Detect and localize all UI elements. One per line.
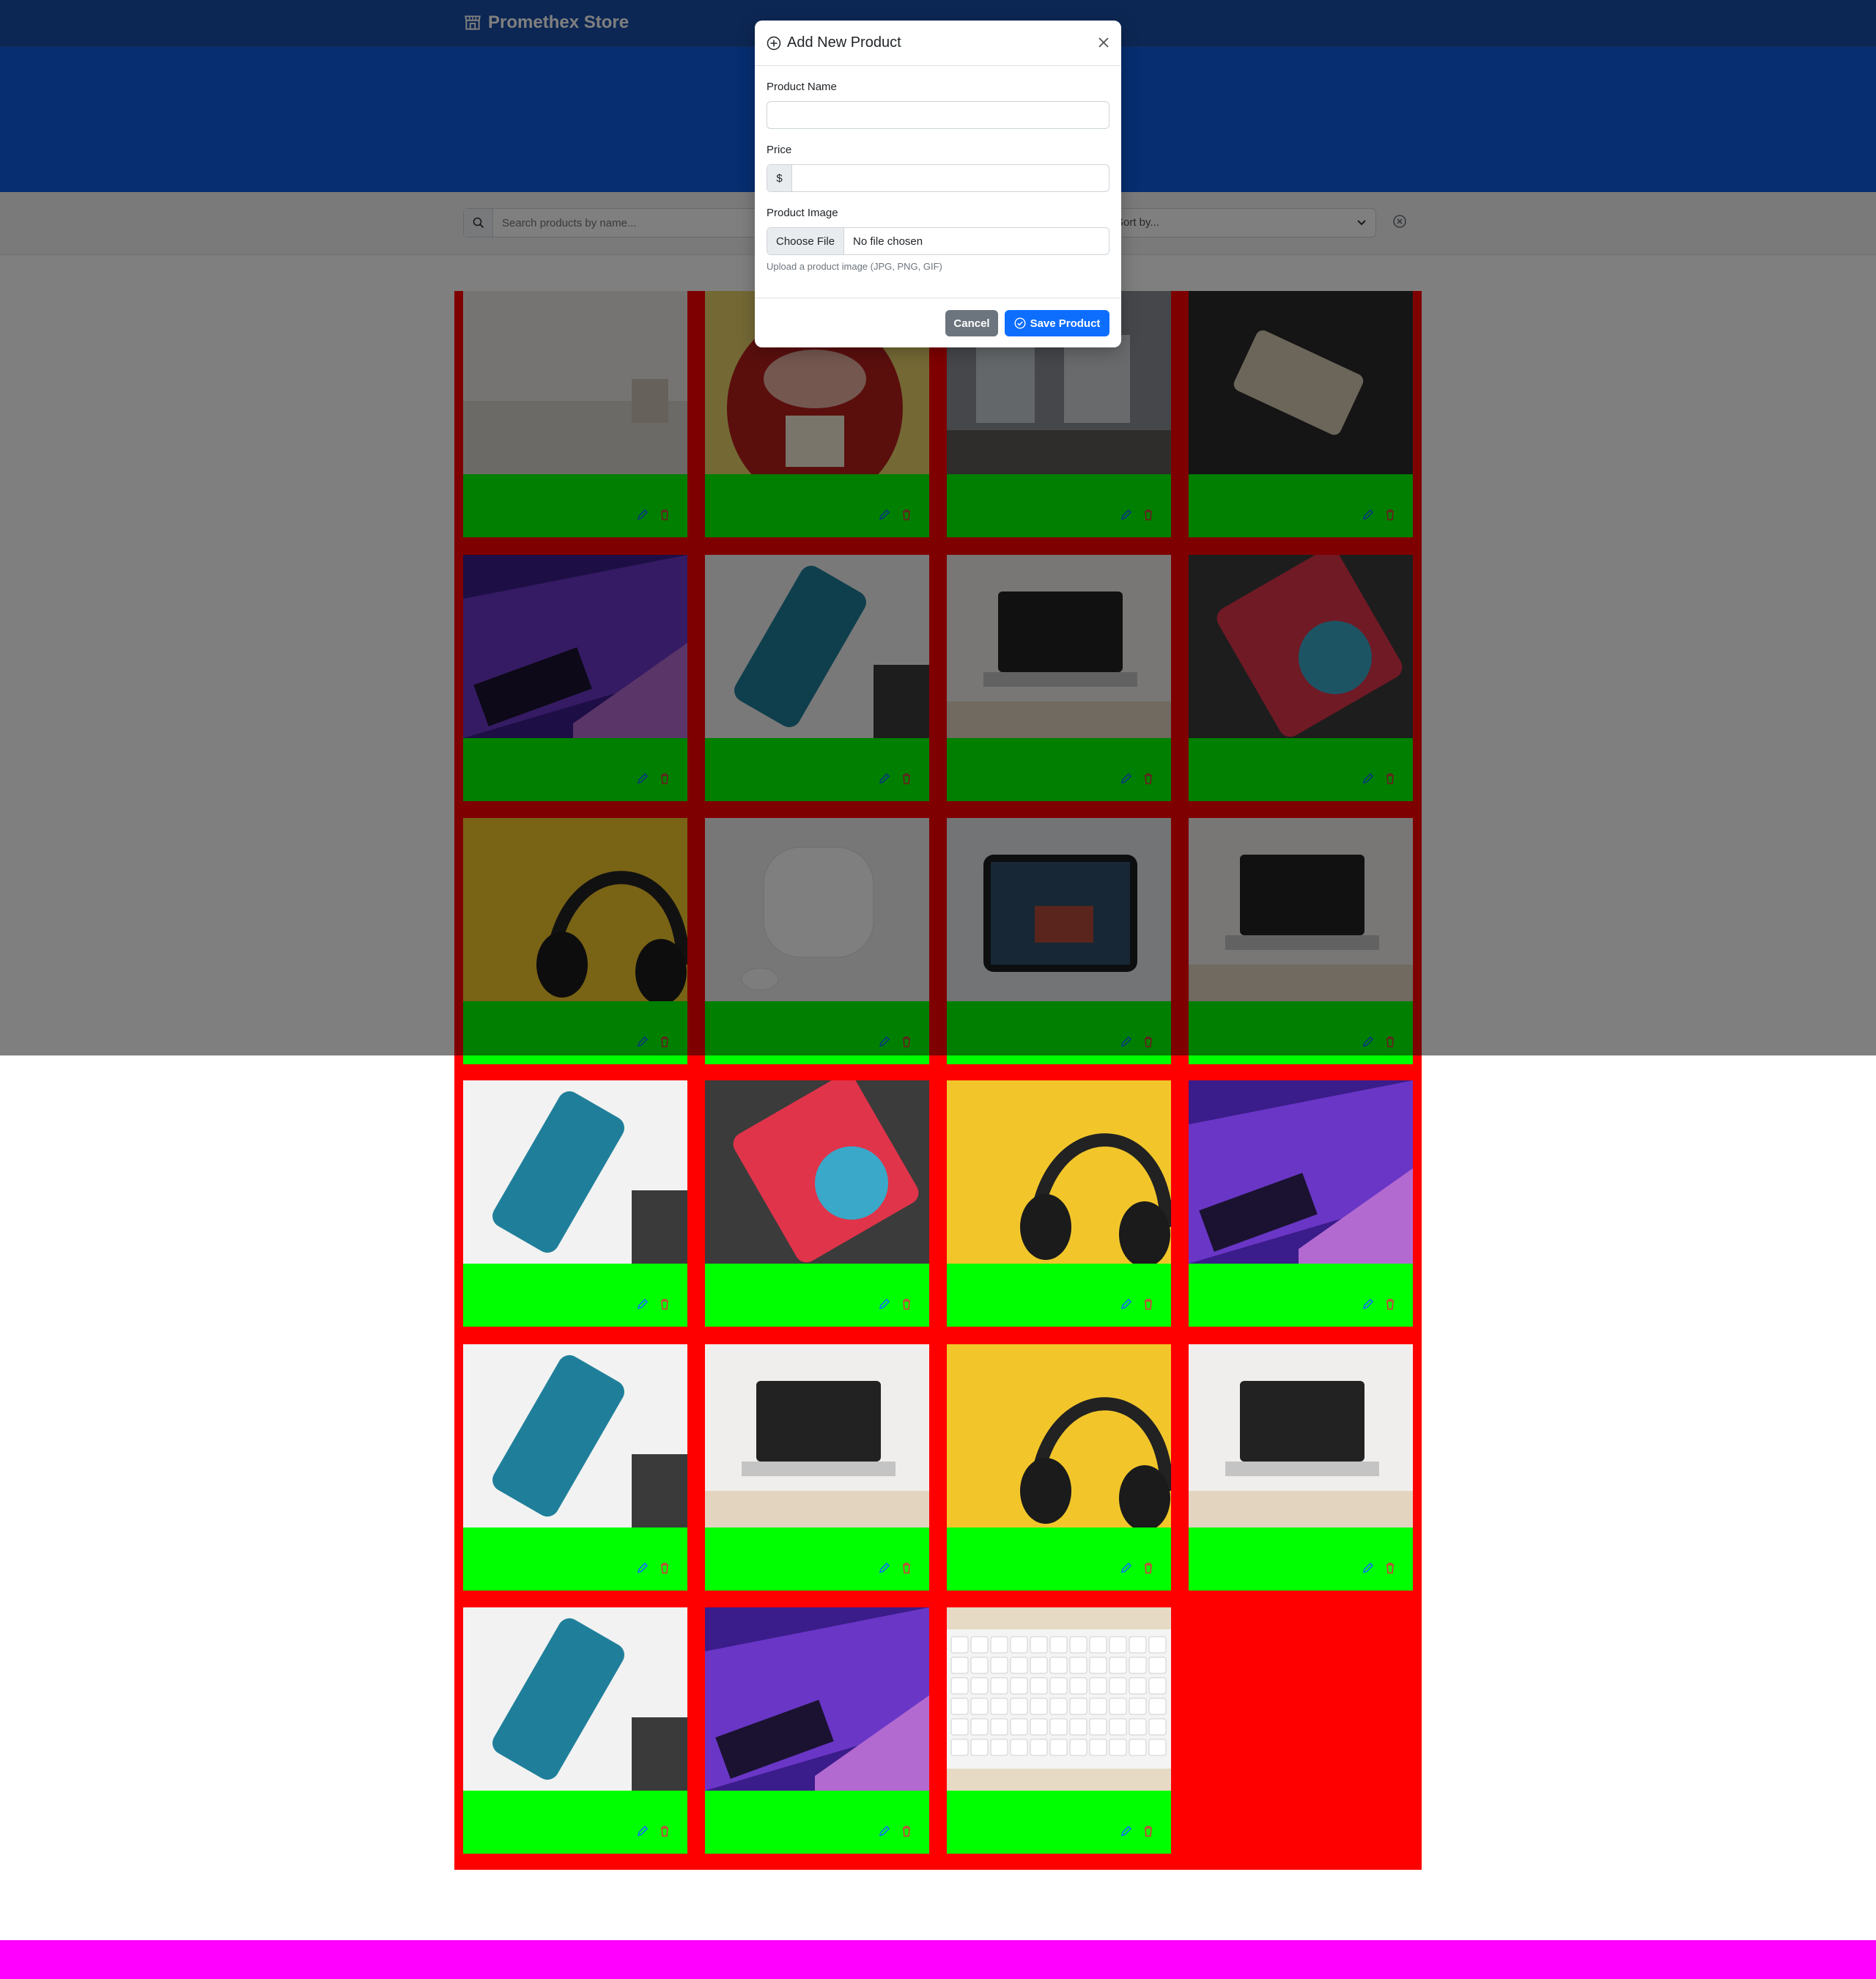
- product-card-body: [705, 1264, 929, 1327]
- modal-title-text: Add New Product: [787, 34, 901, 51]
- product-image: [947, 1344, 1171, 1527]
- product-image: [705, 1080, 929, 1264]
- price-label: Price: [767, 144, 792, 156]
- product-card: [463, 1344, 687, 1591]
- currency-addon: $: [767, 165, 792, 191]
- product-image: [705, 1344, 929, 1527]
- image-hint: Upload a product image (JPG, PNG, GIF): [767, 261, 942, 272]
- product-card: [705, 1080, 929, 1327]
- product-card: [947, 1080, 1171, 1327]
- product-image: [705, 1607, 929, 1791]
- product-card: [947, 1344, 1171, 1591]
- product-card: [463, 1080, 687, 1327]
- trash-icon[interactable]: [1142, 1824, 1155, 1838]
- pencil-icon[interactable]: [636, 1824, 649, 1838]
- cancel-button[interactable]: Cancel: [945, 310, 998, 336]
- product-card-body: [947, 1264, 1171, 1327]
- trash-icon[interactable]: [658, 1824, 671, 1838]
- modal-header: Add New Product: [755, 21, 1121, 66]
- pencil-icon[interactable]: [1120, 1824, 1133, 1838]
- price-input-group: $: [767, 164, 1109, 192]
- pencil-icon[interactable]: [636, 1297, 649, 1311]
- pencil-icon[interactable]: [878, 1824, 891, 1838]
- pencil-icon[interactable]: [878, 1297, 891, 1311]
- product-card: [705, 1607, 929, 1854]
- trash-icon[interactable]: [658, 1297, 671, 1311]
- footer: [0, 1940, 1876, 1979]
- choose-file-button[interactable]: Choose File: [767, 228, 845, 254]
- product-card: [1189, 1080, 1413, 1327]
- product-card-body: [705, 1791, 929, 1854]
- trash-icon[interactable]: [658, 1561, 671, 1574]
- product-card-body: [705, 1527, 929, 1591]
- trash-icon[interactable]: [1384, 1297, 1397, 1311]
- product-card-body: [947, 1527, 1171, 1591]
- product-card: [705, 1344, 929, 1591]
- pencil-icon[interactable]: [1362, 1561, 1375, 1574]
- pencil-icon[interactable]: [878, 1561, 891, 1574]
- product-card-body: [463, 1791, 687, 1854]
- product-card-body: [1189, 1527, 1413, 1591]
- pencil-icon[interactable]: [1120, 1297, 1133, 1311]
- product-image-input[interactable]: Choose File No file chosen: [767, 227, 1109, 255]
- trash-icon[interactable]: [1142, 1297, 1155, 1311]
- product-image: [947, 1607, 1171, 1791]
- trash-icon[interactable]: [900, 1824, 913, 1838]
- pencil-icon[interactable]: [636, 1561, 649, 1574]
- trash-icon[interactable]: [900, 1297, 913, 1311]
- product-image: [463, 1344, 687, 1527]
- product-image: [947, 1080, 1171, 1264]
- pencil-icon[interactable]: [1362, 1297, 1375, 1311]
- product-name-input[interactable]: [767, 101, 1109, 129]
- product-card-body: [947, 1791, 1171, 1854]
- product-card: [463, 1607, 687, 1854]
- plus-circle-icon: [767, 36, 781, 50]
- close-icon[interactable]: [1096, 35, 1111, 50]
- product-image-label: Product Image: [767, 207, 838, 219]
- product-image: [1189, 1080, 1413, 1264]
- trash-icon[interactable]: [1384, 1561, 1397, 1574]
- product-name-label: Product Name: [767, 81, 837, 93]
- product-card: [1189, 1344, 1413, 1591]
- check-circle-icon: [1014, 317, 1026, 329]
- product-card-body: [463, 1264, 687, 1327]
- pencil-icon[interactable]: [1120, 1561, 1133, 1574]
- file-name-text: No file chosen: [853, 235, 923, 248]
- modal-title: Add New Product: [767, 34, 901, 51]
- price-input[interactable]: [792, 165, 1109, 191]
- add-product-modal: Add New Product Product Name Price $ Pro…: [755, 21, 1121, 347]
- modal-footer: Cancel Save Product: [755, 298, 1121, 347]
- save-product-button[interactable]: Save Product: [1005, 310, 1109, 336]
- product-card-body: [463, 1527, 687, 1591]
- save-product-label: Save Product: [1030, 317, 1101, 330]
- product-card: [947, 1607, 1171, 1854]
- trash-icon[interactable]: [1142, 1561, 1155, 1574]
- product-image: [463, 1607, 687, 1791]
- product-card-body: [1189, 1264, 1413, 1327]
- product-image: [1189, 1344, 1413, 1527]
- trash-icon[interactable]: [900, 1561, 913, 1574]
- product-image: [463, 1080, 687, 1264]
